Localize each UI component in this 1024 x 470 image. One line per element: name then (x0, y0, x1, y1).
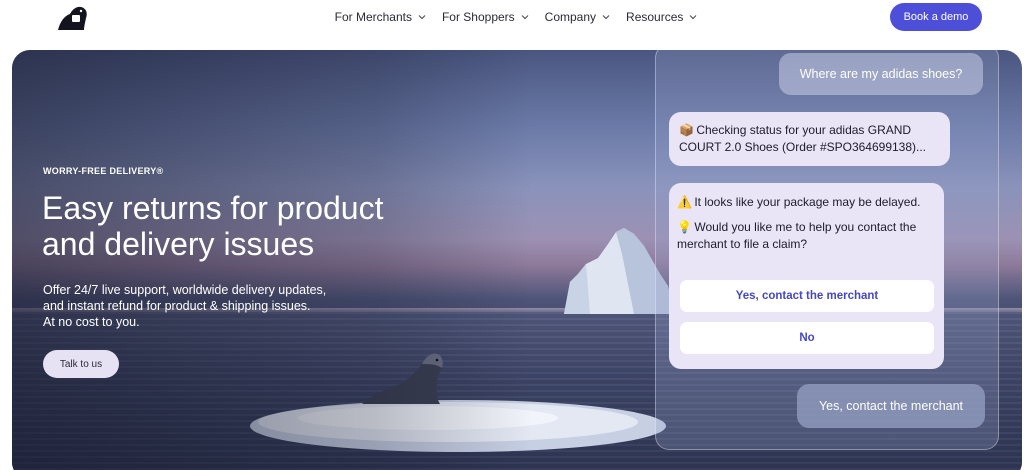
bot-message-text: Checking status for your adidas GRAND CO… (679, 123, 927, 154)
chevron-down-icon (602, 15, 610, 20)
book-demo-button[interactable]: Book a demo (890, 3, 982, 31)
chevron-down-icon (521, 15, 529, 20)
chat-panel: Where are my adidas shoes? 📦 Checking st… (655, 50, 999, 450)
headline-line-2: and delivery issues (42, 226, 315, 262)
subtext-line-2: and instant refund for product & shippin… (43, 299, 311, 313)
menu-item-label: Company (544, 10, 597, 24)
bot-message-text: Would you like me to help you contact th… (677, 220, 917, 251)
menu-resources[interactable]: Resources (618, 10, 705, 24)
menu-item-label: For Merchants (334, 10, 412, 24)
top-navigation: For Merchants For Shoppers Company Resou… (0, 0, 1024, 40)
menu-item-label: Resources (626, 10, 684, 24)
subtext-line-3: At no cost to you. (43, 315, 140, 329)
talk-to-us-button[interactable]: Talk to us (43, 350, 119, 378)
hero-headline: Easy returns for product and delivery is… (42, 190, 462, 262)
bot-message-paragraph: ⚠️ It looks like your package may be del… (677, 194, 936, 211)
yes-contact-merchant-button[interactable]: Yes, contact the merchant (680, 280, 934, 312)
bot-message-bubble: ⚠️ It looks like your package may be del… (669, 183, 944, 369)
chevron-down-icon (418, 15, 426, 20)
hero-eyebrow: WORRY-FREE DELIVERY® (43, 166, 164, 176)
no-button[interactable]: No (680, 322, 934, 354)
bot-message-paragraph: 💡 Would you like me to help you contact … (677, 219, 936, 253)
warning-icon: ⚠️ (677, 195, 692, 209)
menu-for-merchants[interactable]: For Merchants (327, 10, 434, 24)
subtext-line-1: Offer 24/7 live support, worldwide deliv… (43, 283, 327, 297)
bot-message-bubble: 📦 Checking status for your adidas GRAND … (669, 112, 950, 166)
menu-item-label: For Shoppers (441, 10, 515, 24)
headline-line-1: Easy returns for product (42, 190, 384, 226)
menu-company[interactable]: Company (537, 10, 618, 24)
main-menu: For Merchants For Shoppers Company Resou… (0, 10, 1024, 24)
package-icon: 📦 (679, 123, 694, 137)
user-message-bubble: Where are my adidas shoes? (779, 53, 983, 95)
hero-subtext: Offer 24/7 live support, worldwide deliv… (43, 282, 373, 330)
bot-message-text: It looks like your package may be delaye… (694, 195, 921, 209)
user-message-bubble: Yes, contact the merchant (797, 384, 985, 428)
menu-for-shoppers[interactable]: For Shoppers (434, 10, 537, 24)
chevron-down-icon (689, 15, 697, 20)
hero-section: WORRY-FREE DELIVERY® Easy returns for pr… (12, 50, 1022, 470)
lightbulb-icon: 💡 (677, 220, 692, 234)
